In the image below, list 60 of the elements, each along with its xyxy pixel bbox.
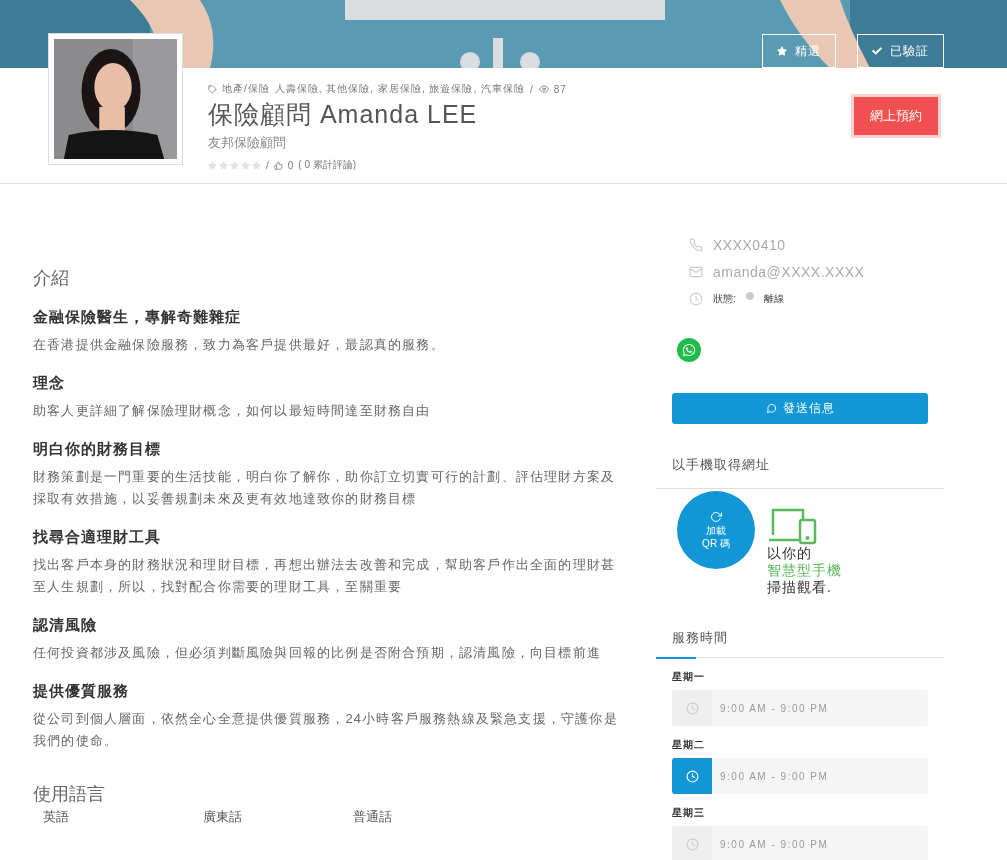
intro-heading: 認清風險 [33,616,98,635]
refresh-icon [710,511,722,523]
hours-text: 9:00 AM - 9:00 PM [719,702,829,714]
hours-text: 9:00 AM - 9:00 PM [719,838,829,850]
day-label: 星期二 [671,738,706,752]
status-text: 離線 [763,291,784,306]
separator: / [530,83,534,95]
intro-text: 從公司到個人層面，依然全心全意提供優質服務，24小時客戶服務熱線及緊急支援，守護你是我們的使命。 [33,710,619,750]
review-count: ( 0 累計評論) [298,158,357,172]
devices-icon [767,507,817,545]
profile-name: 保險顧問 Amanda LEE [208,99,479,130]
intro-text: 助客人更詳細了解保險理財概念，如何以最短時間達至財務自由 [33,402,432,420]
intro-heading: 明白你的財務目標 [33,440,162,459]
star-icon [241,160,250,170]
language-item: 普通話 [353,810,393,824]
speech-bubble-icon [765,403,777,414]
language-item: 廣東話 [203,810,243,824]
separator: / [266,159,269,171]
intro-text: 財務策劃是一門重要的生活技能，明白你了解你，助你訂立切實可行的計劃、評估理財方案及採取有效措施，以妥善規劃未來及更有效地達致你的財務目標 [33,468,617,508]
clock-icon [689,291,703,306]
section-title: 使用語言 [33,783,106,806]
scan-text: 以你的 [767,545,813,562]
eye-icon [538,84,549,94]
star-icon [230,160,239,170]
section-title: 服務時間 [671,629,729,647]
intro-text: 任何投資都涉及風險，但必須判斷風險與回報的比例是否附合預期，認清風險，向目標前進 [33,644,602,662]
star-icon [252,160,261,170]
intro-text: 在香港提供金融保險服務，致力為客戶提供最好，最認真的服務。 [33,336,446,354]
scan-text: 掃描觀看. [767,579,833,596]
company-name: 友邦保險顧問 [208,134,287,152]
view-count: 87 [553,83,567,95]
thumbs-up-icon [273,160,283,170]
day-label: 星期一 [671,670,706,684]
status-label: 狀態: [713,291,736,306]
load-qr-button[interactable]: 加載 QR 碼 [677,491,755,569]
mail-icon [689,264,703,279]
section-title: 介紹 [33,267,70,290]
send-message-button[interactable]: 發送信息 [672,393,928,424]
book-online-button[interactable]: 網上預約 [851,94,941,138]
intro-heading: 理念 [33,374,66,393]
whatsapp-button[interactable] [677,338,701,362]
phone-icon [689,237,703,252]
star-icon [219,160,228,170]
scan-text: 智慧型手機 [767,562,842,579]
like-count: 0 [287,159,294,171]
category-link[interactable]: 地產/保險 [222,82,270,96]
language-item: 英語 [43,810,70,824]
email-address: amanda@XXXX.XXXX [713,263,865,280]
day-label: 星期三 [671,806,706,820]
intro-heading: 找尋合適理財工具 [33,528,162,547]
tag-icon [208,84,217,94]
intro-heading: 金融保險醫生，專解奇難雜症 [33,308,242,327]
phone-number: XXXX0410 [713,236,786,253]
star-icon [208,160,217,170]
chat-bubble-phone-icon [682,343,696,357]
tag-list: 人壽保險, 其他保險, 家居保險, 旅遊保險, 汽車保險 [274,82,525,96]
intro-text: 找出客戶本身的財務狀況和理財目標，再想出辦法去改善和完成，幫助客戶作出全面的理財甚至人生規劃，所以，找對配合你需要的理財工具，至關重要 [33,556,617,596]
hours-text: 9:00 AM - 9:00 PM [719,770,829,782]
intro-heading: 提供優質服務 [33,682,130,701]
section-title: 以手機取得網址 [671,456,771,474]
